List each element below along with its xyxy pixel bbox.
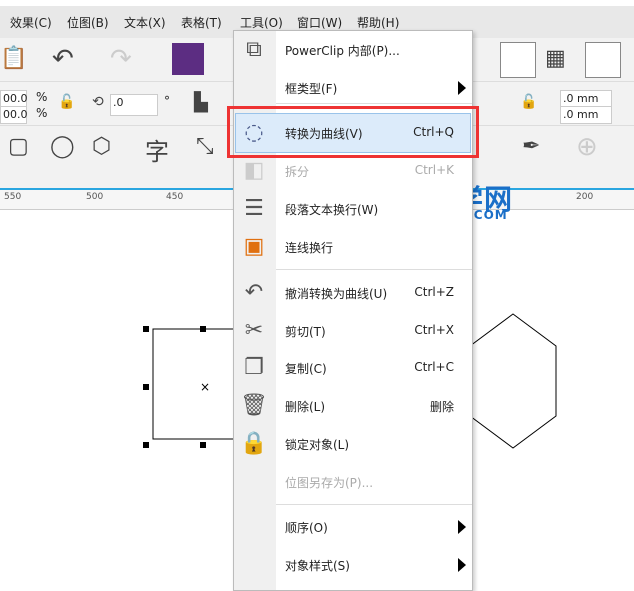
- selection-handle[interactable]: [143, 384, 149, 390]
- annotation-highlight-box: [227, 106, 479, 158]
- selection-handle[interactable]: [143, 326, 149, 332]
- rotate-icon: ⟲: [92, 94, 104, 110]
- menu-separator: [276, 504, 472, 505]
- menu-item-cut[interactable]: ✂ 剪切(T) Ctrl+X: [234, 312, 472, 350]
- undo-icon[interactable]: ↶: [52, 44, 74, 74]
- menu-help[interactable]: 帮助(H): [357, 14, 399, 31]
- corel-connect-icon[interactable]: [172, 43, 204, 75]
- dimension-tool-icon[interactable]: ⤡: [196, 134, 214, 159]
- menu-item-lock-object[interactable]: 🔒 锁定对象(L): [234, 425, 472, 463]
- ruler-tick: 550: [4, 192, 22, 202]
- selection-handle[interactable]: [200, 442, 206, 448]
- menu-item-order[interactable]: 顺序(O): [234, 508, 472, 546]
- menu-item-frame-type[interactable]: 框类型(F): [234, 69, 472, 107]
- paste-icon[interactable]: 📋: [0, 46, 27, 71]
- submenu-arrow-icon: [458, 520, 466, 534]
- hexagon-shape: [469, 313, 557, 449]
- selection-handle[interactable]: [143, 442, 149, 448]
- menu-table[interactable]: 表格(T): [181, 14, 222, 31]
- menu-item-copy[interactable]: ❐ 复制(C) Ctrl+C: [234, 349, 472, 387]
- trash-icon: 🗑: [240, 393, 268, 418]
- menu-text[interactable]: 文本(X): [124, 14, 166, 31]
- menu-item-paragraph-wrap[interactable]: ☰ 段落文本换行(W): [234, 190, 472, 228]
- center-marker: ×: [200, 380, 210, 394]
- add-icon[interactable]: ⊕: [576, 132, 598, 162]
- powerclip-icon: ⧉: [246, 37, 262, 62]
- menu-tools[interactable]: 工具(O): [240, 14, 283, 31]
- percent-label: %: [36, 106, 48, 120]
- polygon-tool-icon[interactable]: ⬡: [92, 134, 111, 159]
- lock-icon: 🔒: [240, 431, 268, 456]
- ruler-tick: 450: [166, 192, 184, 202]
- redo-icon[interactable]: ↷: [110, 44, 132, 74]
- pen-tool-icon[interactable]: ✒: [522, 134, 540, 159]
- selection-handle[interactable]: [200, 326, 206, 332]
- scissors-icon: ✂: [244, 318, 264, 343]
- menu-bitmaps[interactable]: 位图(B): [67, 14, 109, 31]
- offset-y-input[interactable]: .0 mm: [560, 106, 612, 124]
- rotation-input[interactable]: .0: [110, 94, 158, 116]
- copy-icon: ❐: [244, 355, 264, 380]
- grid-view-icon[interactable]: ▦: [545, 46, 566, 71]
- degree-label: °: [164, 94, 170, 108]
- lock-corners-icon[interactable]: 🔓: [520, 94, 537, 110]
- text-tool-icon[interactable]: 字: [145, 132, 169, 167]
- menu-item-line-wrap[interactable]: ▣ 连线换行: [234, 228, 472, 266]
- guidelines-icon[interactable]: [585, 42, 621, 78]
- submenu-arrow-icon: [458, 81, 466, 95]
- lock-ratio-icon[interactable]: 🔓: [58, 94, 75, 110]
- menu-window[interactable]: 窗口(W): [297, 14, 342, 31]
- undo-icon: ↶: [244, 280, 264, 305]
- ruler-tick: 200: [576, 192, 594, 202]
- scale-y-input[interactable]: 00.0: [0, 106, 28, 124]
- submenu-arrow-icon: [458, 558, 466, 572]
- ellipse-tool-icon[interactable]: ◯: [50, 134, 75, 159]
- menu-item-powerclip[interactable]: ⧉ PowerClip 内部(P)...: [234, 31, 472, 69]
- text-wrap-icon: ☰: [244, 196, 264, 221]
- menu-item-save-bitmap-as[interactable]: 位图另存为(P)...: [234, 463, 472, 501]
- percent-label: %: [36, 90, 48, 104]
- mirror-icon[interactable]: ▙: [194, 92, 208, 113]
- menu-separator: [276, 269, 472, 270]
- rectangle-tool-icon[interactable]: ▢: [8, 134, 29, 159]
- menu-item-delete[interactable]: 🗑 删除(L) 删除: [234, 387, 472, 425]
- menu-separator: [276, 103, 472, 104]
- ruler-tick: 500: [86, 192, 104, 202]
- line-wrap-icon: ▣: [243, 234, 265, 259]
- menu-effects[interactable]: 效果(C): [10, 14, 52, 31]
- menu-item-object-styles[interactable]: 对象样式(S): [234, 546, 472, 584]
- break-apart-icon: ◧: [243, 158, 265, 183]
- rulers-icon[interactable]: [500, 42, 536, 78]
- menu-item-undo[interactable]: ↶ 撤消转换为曲线(U) Ctrl+Z: [234, 274, 472, 312]
